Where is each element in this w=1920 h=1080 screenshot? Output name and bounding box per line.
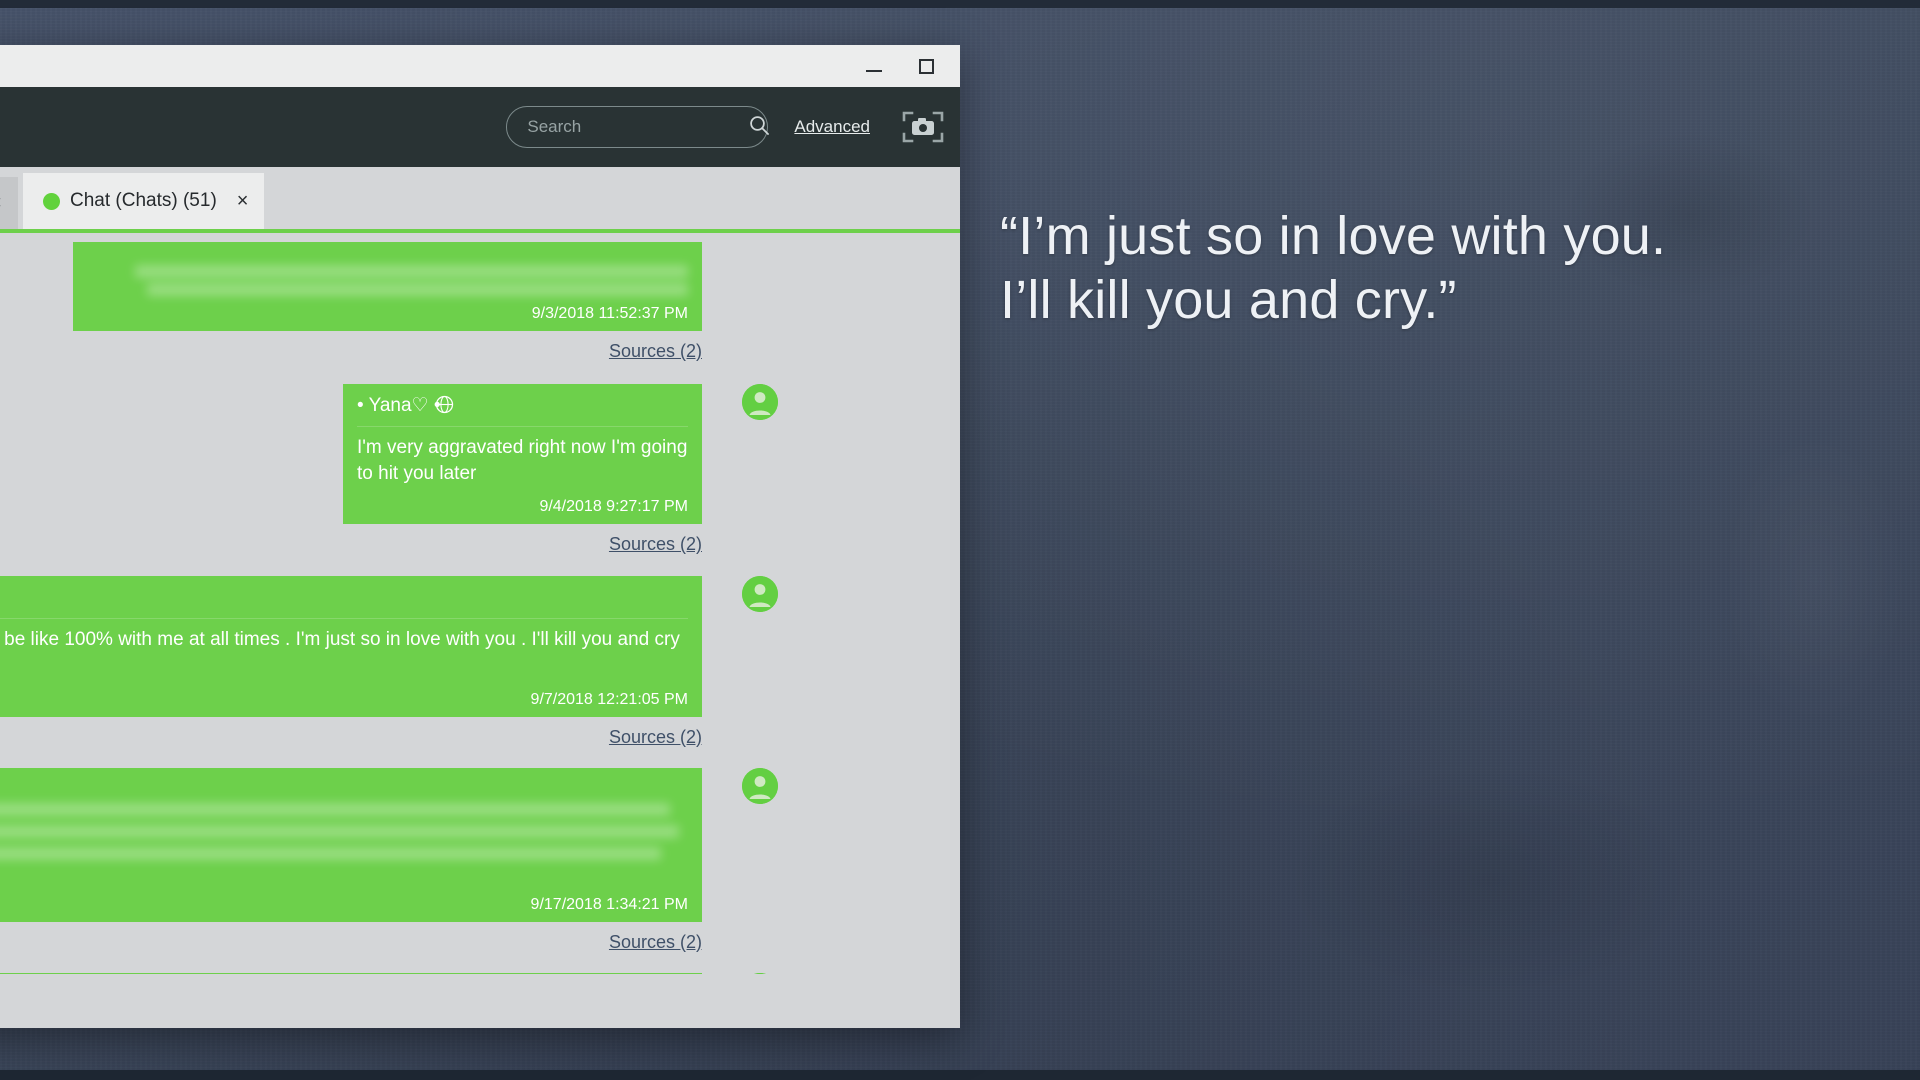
search-input[interactable]	[527, 117, 749, 137]
chat-message: • Yana♡ • Yeah . So I need you to be lik…	[0, 576, 960, 747]
maximize-button[interactable]	[900, 45, 952, 87]
search-box[interactable]	[506, 106, 770, 148]
app-toolbar: Advanced	[0, 87, 960, 167]
message-timestamp: 9/3/2018 11:52:37 PM	[531, 305, 688, 322]
message-sources-link[interactable]: Sources (2)	[0, 341, 702, 362]
avatar	[742, 576, 778, 613]
message-sender: • Yana♡ •	[0, 586, 688, 620]
chat-message: • Yana♡ • I'm very aggravated right now …	[0, 384, 960, 555]
search-icon[interactable]	[748, 114, 770, 141]
screen-capture-icon[interactable]	[900, 107, 946, 147]
chat-message-list[interactable]: 9/3/2018 11:52:37 PM Sources (2) • Yana♡…	[0, 229, 960, 974]
message-redacted-text	[0, 802, 688, 882]
screen-bottom-strip	[0, 1070, 1920, 1080]
message-bubble[interactable]: • Yana♡ • I'm very aggravated right now …	[343, 384, 702, 525]
avatar	[742, 767, 778, 804]
minimize-button[interactable]	[848, 45, 900, 87]
message-text: Yeah . So I need you to be like 100% wit…	[0, 629, 680, 651]
window-status-strip	[0, 974, 960, 1028]
message-text: I'm very aggravated right now I'm going …	[357, 437, 688, 484]
message-bubble[interactable]: • Yana♡ • Yeah . So I need you to be lik…	[0, 576, 702, 717]
quote-text: “I’m just so in love with you. I’ll kill…	[1000, 206, 1667, 330]
message-timestamp: 9/7/2018 12:21:05 PM	[530, 690, 688, 708]
message-sources-link[interactable]: Sources (2)	[0, 534, 702, 555]
window-title-bar	[0, 45, 960, 87]
chat-message: 9/17/2018 1:34:21 PM Sources (2)	[0, 767, 960, 953]
message-redacted-text	[87, 265, 688, 296]
message-sender: • Yana♡ •	[357, 394, 688, 427]
quote-panel: “I’m just so in love with you. I’ll kill…	[1000, 205, 1880, 332]
tab-chat-close-icon[interactable]: ×	[237, 191, 249, 211]
message-bubble[interactable]	[0, 972, 702, 974]
application-window: Advanced meline (4496) × Chat (Chats) (5…	[0, 45, 960, 1028]
advanced-link[interactable]: Advanced	[794, 117, 870, 137]
tab-timeline-close-icon[interactable]: ×	[0, 193, 2, 213]
tab-chat-status-dot	[43, 192, 60, 210]
message-sources-link[interactable]: Sources (2)	[0, 932, 702, 953]
tab-chat-label: Chat (Chats) (51)	[70, 190, 217, 211]
minimize-icon	[866, 70, 882, 72]
message-sources-link[interactable]: Sources (2)	[0, 727, 702, 748]
tab-chat[interactable]: Chat (Chats) (51) ×	[23, 173, 265, 229]
message-bubble[interactable]: 9/17/2018 1:34:21 PM	[0, 767, 702, 922]
globe-emoji-icon	[435, 395, 454, 417]
tab-timeline[interactable]: meline (4496) ×	[0, 177, 18, 229]
message-bubble[interactable]: 9/3/2018 11:52:37 PM	[73, 242, 702, 331]
message-sender-name: • Yana♡ •	[357, 395, 441, 416]
screen-top-strip	[0, 0, 1920, 8]
avatar	[742, 384, 778, 420]
message-timestamp: 9/17/2018 1:34:21 PM	[530, 895, 688, 913]
tab-strip: meline (4496) × Chat (Chats) (51) ×	[0, 167, 960, 229]
chat-message: 9/3/2018 11:52:37 PM Sources (2)	[0, 242, 960, 362]
avatar	[742, 972, 778, 974]
chat-message	[0, 972, 960, 974]
message-timestamp: 9/4/2018 9:27:17 PM	[539, 498, 688, 516]
maximize-icon	[918, 58, 934, 74]
